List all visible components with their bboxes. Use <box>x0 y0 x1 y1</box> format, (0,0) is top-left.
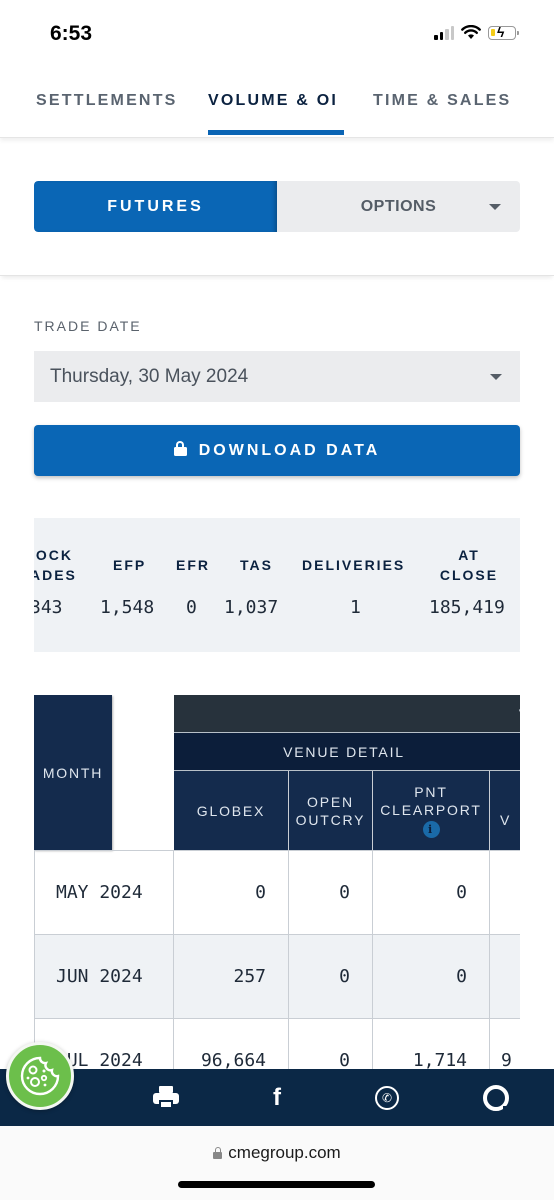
battery-charging-icon: ϟ <box>488 24 519 40</box>
summary-value-block-trades: 343 <box>34 597 63 618</box>
trade-date-select[interactable]: Thursday, 30 May 2024 <box>34 351 520 402</box>
summary-header-line: .OCK <box>34 547 73 563</box>
status-bar: 6:53 ϟ <box>0 0 554 70</box>
product-type-section: FUTURES OPTIONS <box>0 140 554 276</box>
cell-month: JUN 2024 <box>56 966 143 987</box>
cell-pnt-clearport: 0 <box>456 966 467 987</box>
product-type-toggle: FUTURES OPTIONS <box>34 181 520 232</box>
grid-line <box>173 850 174 1070</box>
table-row: JUL 2024 96,664 0 1,714 9 <box>34 1019 520 1070</box>
tab-time-sales[interactable]: TIME & SALES <box>373 92 511 110</box>
url-display[interactable]: cmegroup.com <box>0 1143 554 1163</box>
table-row: JUN 2024 257 0 0 <box>34 935 520 1018</box>
header-line: OPEN <box>307 793 354 810</box>
header-line: CLEARPORT <box>380 802 482 818</box>
grid-line <box>174 732 520 733</box>
table-row: MAY 2024 0 0 0 <box>34 851 520 934</box>
download-data-button[interactable]: DOWNLOAD DATA <box>34 425 520 476</box>
download-data-label: DOWNLOAD DATA <box>198 441 381 459</box>
tab-settlements[interactable]: SETTLEMENTS <box>36 92 178 110</box>
summary-header-line: ADES <box>34 567 77 583</box>
cell-pnt-clearport: 1,714 <box>412 1050 467 1070</box>
cell-globex: 96,664 <box>200 1050 266 1070</box>
cellular-signal-icon <box>434 25 454 40</box>
grid-line <box>372 771 373 1070</box>
trade-date-label: TRADE DATE <box>34 318 142 334</box>
column-header-globex[interactable]: GLOBEX <box>174 771 288 850</box>
wifi-icon <box>461 25 481 39</box>
share-bar: f ✆ <box>0 1069 554 1126</box>
column-header-month[interactable]: MONTH <box>34 695 112 850</box>
status-time: 6:53 <box>50 22 93 45</box>
facebook-icon[interactable]: f <box>264 1084 290 1111</box>
column-group-header-venue-detail: VENUE DETAIL <box>174 733 520 770</box>
volume-summary-panel[interactable]: .OCK ADES 343 EFP 1,548 EFR 0 TAS 1,037 … <box>34 518 520 652</box>
cell-partial: 9 <box>501 1050 512 1070</box>
printer-icon[interactable] <box>153 1085 179 1111</box>
cell-month: MAY 2024 <box>56 882 143 903</box>
column-header-partial: V <box>490 771 520 850</box>
column-header-open-outcry[interactable]: OPEN OUTCRY <box>289 771 372 850</box>
whatsapp-icon[interactable]: ✆ <box>374 1085 400 1111</box>
summary-value-tas: 1,037 <box>224 597 279 618</box>
summary-header-block-trades: .OCK ADES <box>34 545 77 585</box>
url-text: cmegroup.com <box>228 1143 341 1162</box>
cell-partial <box>490 851 520 934</box>
column-group-header-volume: V <box>174 695 520 732</box>
chevron-down-icon <box>489 204 501 210</box>
summary-header-deliveries: DELIVERIES <box>302 557 406 573</box>
grid-line <box>288 771 289 1070</box>
summary-value-efr: 0 <box>186 597 197 618</box>
secure-lock-icon <box>213 1147 223 1159</box>
cell-globex: 257 <box>233 966 266 987</box>
tab-bar: SETTLEMENTS VOLUME & OI TIME & SALES <box>0 70 554 138</box>
summary-header-efp: EFP <box>113 557 147 573</box>
options-dropdown[interactable]: OPTIONS <box>277 181 520 232</box>
cell-globex: 0 <box>255 882 266 903</box>
summary-header-line: AT <box>458 547 480 563</box>
browser-address-bar[interactable]: cmegroup.com <box>0 1126 554 1200</box>
cell-partial <box>490 935 520 1018</box>
column-header-pnt-clearport[interactable]: PNT CLEARPORT i <box>373 771 489 850</box>
cookie-settings-button[interactable] <box>6 1042 74 1110</box>
grid-line <box>34 934 520 935</box>
cell-open-outcry: 0 <box>339 882 350 903</box>
summary-value-efp: 1,548 <box>100 597 155 618</box>
active-tab-indicator <box>208 130 344 135</box>
whatsapp-glyph: ✆ <box>381 1091 393 1105</box>
header-line: PNT <box>414 784 448 800</box>
email-icon[interactable] <box>483 1085 511 1112</box>
info-icon[interactable]: i <box>422 821 440 838</box>
cell-open-outcry: 0 <box>339 966 350 987</box>
cell-open-outcry: 0 <box>339 1050 350 1070</box>
volume-table[interactable]: MONTH V VENUE DETAIL GLOBEX OPEN OUTCRY … <box>34 695 520 1070</box>
summary-header-tas: TAS <box>240 557 273 573</box>
status-icons: ϟ <box>434 24 519 40</box>
cookie-icon <box>20 1056 60 1096</box>
summary-header-line: CLOSE <box>439 567 499 583</box>
summary-value-at-close: 185,419 <box>429 597 505 618</box>
chevron-down-icon <box>490 374 502 380</box>
header-line: OUTCRY <box>295 811 366 828</box>
summary-header-efr: EFR <box>176 557 210 573</box>
options-label: OPTIONS <box>360 197 437 215</box>
venue-detail-label: VENUE DETAIL <box>283 743 405 760</box>
summary-header-at-close: AT CLOSE <box>437 545 501 585</box>
grid-line <box>34 850 520 851</box>
lock-icon <box>173 441 187 456</box>
grid-line <box>34 1018 520 1019</box>
home-indicator[interactable] <box>178 1181 375 1188</box>
tab-volume-oi[interactable]: VOLUME & OI <box>208 92 338 110</box>
summary-value-deliveries: 1 <box>350 597 361 618</box>
trade-date-value: Thursday, 30 May 2024 <box>50 365 249 387</box>
futures-button[interactable]: FUTURES <box>34 181 277 232</box>
cell-pnt-clearport: 0 <box>456 882 467 903</box>
grid-line <box>489 771 490 1070</box>
grid-line <box>174 770 520 771</box>
grid-line <box>34 850 35 1070</box>
